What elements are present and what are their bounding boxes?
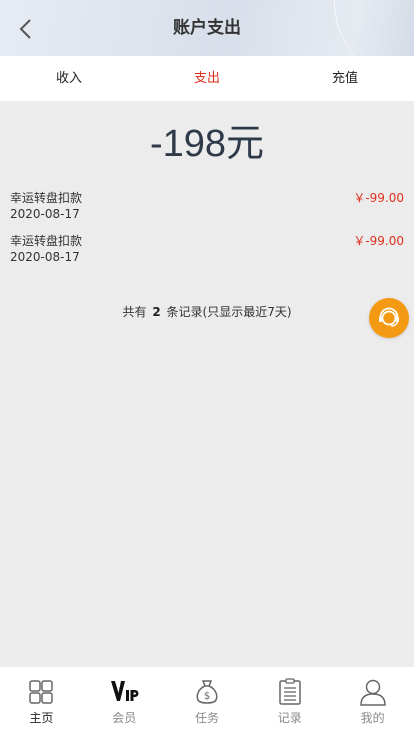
nav-label-task: 任务 [194, 711, 219, 725]
nav-item-task[interactable]: $ 任务 [166, 667, 249, 734]
tab-income[interactable]: 收入 [0, 56, 138, 101]
summary-suffix: 条记录(只显示最近7天) [166, 305, 292, 319]
nav-label-member: 会员 [112, 711, 137, 725]
page-title: 账户支出 [173, 18, 241, 38]
tab-bar: 收入 支出 充值 [0, 56, 414, 101]
nav-label-mine: 我的 [360, 711, 385, 725]
user-icon [359, 679, 386, 706]
nav-item-records[interactable]: 记录 [248, 667, 331, 734]
record-name: 幸运转盘扣款 [10, 191, 83, 205]
record-amount: ￥-99.00 [353, 191, 404, 205]
grid-icon [29, 680, 54, 704]
svg-text:$: $ [204, 691, 210, 702]
nav-label-records: 记录 [277, 711, 302, 725]
record-summary: 共有 2 条记录(只显示最近7天) [0, 303, 414, 320]
bottom-navigation: 主页 会员 $ 任务 记录 我的 [0, 667, 414, 734]
list-item: 幸运转盘扣款 2020-08-17 ￥-99.00 [10, 232, 404, 268]
header-bar: 账户支出 [0, 0, 414, 56]
record-date: 2020-08-17 [10, 250, 80, 264]
money-bag-icon: $ [196, 680, 218, 704]
clipboard-icon [279, 678, 301, 705]
total-amount: -198元 [149, 123, 265, 165]
summary-prefix: 共有 [122, 305, 147, 319]
nav-item-member[interactable]: 会员 [83, 667, 166, 734]
vip-icon [111, 681, 139, 701]
nav-item-home[interactable]: 主页 [0, 667, 83, 734]
record-name: 幸运转盘扣款 [10, 234, 83, 248]
record-amount: ￥-99.00 [353, 234, 404, 248]
headset-icon [379, 307, 399, 327]
nav-item-mine[interactable]: 我的 [331, 667, 414, 734]
record-date: 2020-08-17 [10, 207, 80, 221]
nav-label-home: 主页 [29, 711, 54, 725]
summary-count: 2 [152, 305, 161, 319]
tab-expense[interactable]: 支出 [138, 56, 276, 101]
customer-service-button[interactable] [369, 298, 409, 338]
list-item: 幸运转盘扣款 2020-08-17 ￥-99.00 [10, 189, 404, 225]
tab-recharge[interactable]: 充值 [276, 56, 414, 101]
